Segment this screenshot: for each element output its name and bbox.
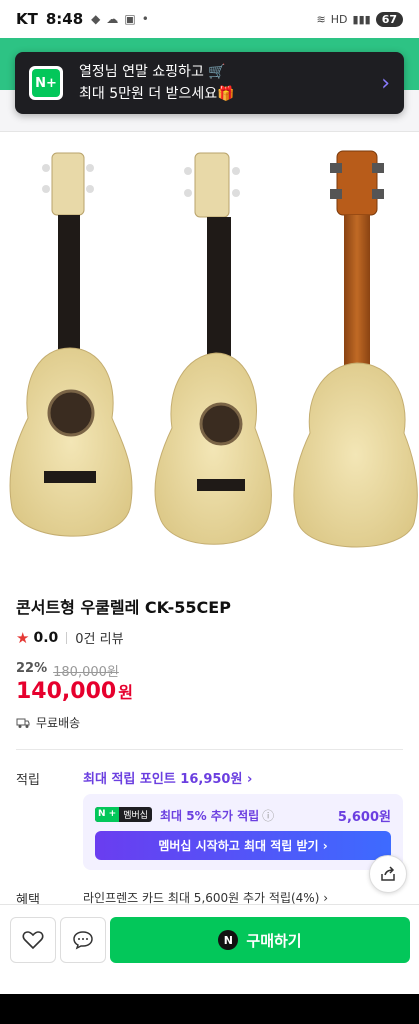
- membership-box: N + 멤버십 최대 5% 추가 적립 ⓘ 5,600원 멤버십 시작하고 최대 …: [83, 794, 403, 870]
- carrier: KT: [16, 10, 38, 28]
- system-icons: ≋ HD ▮▮▮ 67: [316, 11, 403, 27]
- naver-plus-badge: N +: [95, 807, 120, 822]
- buy-button[interactable]: N 구매하기: [110, 917, 410, 963]
- membership-badge: N + 멤버십: [95, 807, 153, 822]
- shipping-text: 무료배송: [36, 716, 81, 730]
- review-count[interactable]: 0건 리뷰: [75, 628, 123, 647]
- wifi-icon: ≋: [316, 12, 326, 26]
- max-points-link[interactable]: 최대 적립 포인트 16,950원 ›: [83, 768, 252, 787]
- membership-badge-label: 멤버십: [123, 811, 149, 821]
- cloud-icon: ☁: [106, 12, 119, 26]
- naver-plus-logo: N+: [29, 66, 63, 100]
- buy-label: 구매하기: [246, 931, 302, 950]
- app-icon: ◆: [91, 12, 101, 26]
- membership-extra-amount: 5,600원: [337, 810, 391, 825]
- original-price: 180,000원: [53, 665, 119, 680]
- ukulele-front: [9, 152, 133, 537]
- section-divider: [16, 749, 403, 750]
- chevron-right-icon[interactable]: ›: [381, 71, 390, 96]
- signal-icon: ▮▮▮: [352, 12, 371, 26]
- talk-button[interactable]: [60, 917, 106, 963]
- system-navigation-bar: [0, 994, 419, 1024]
- dot-icon: •: [141, 12, 149, 26]
- membership-start-button[interactable]: 멤버십 시작하고 최대 적립 받기 ›: [95, 831, 391, 860]
- share-icon: [381, 866, 395, 881]
- page-bottom-strip: [0, 976, 419, 994]
- points-label: 적립: [16, 773, 40, 788]
- status-bar: KT 8:48 ◆ ☁ ▣ • ≋ HD ▮▮▮ 67: [0, 0, 419, 38]
- star-icon: ★: [16, 628, 30, 647]
- discount-row: 22% 180,000원: [16, 661, 403, 680]
- product-title: 콘서트형 우쿨렐레 CK-55CEP: [16, 598, 231, 617]
- hd-icon: HD: [330, 12, 348, 26]
- toast-line2: 최대 5만원 더 받으세요🎁: [79, 86, 235, 102]
- truck-icon: [16, 718, 30, 728]
- bottom-action-bar: N 구매하기: [0, 904, 419, 976]
- naver-pay-icon: N: [218, 930, 239, 950]
- clock: 8:48: [45, 10, 84, 28]
- product-image[interactable]: [0, 133, 419, 568]
- info-icon[interactable]: ⓘ: [262, 809, 274, 823]
- heart-icon: [22, 931, 44, 950]
- rating-row[interactable]: ★ 0.0 0건 리뷰: [16, 628, 403, 648]
- window-icon: ▣: [124, 12, 136, 26]
- divider: [66, 631, 68, 644]
- rating-score: 0.0: [33, 629, 59, 646]
- ukulele-angled: [154, 152, 272, 545]
- promo-toast[interactable]: N+ 열정님 연말 쇼핑하고 🛒 최대 5만원 더 받으세요🎁 ›: [15, 52, 404, 114]
- chat-bubble-icon: [73, 931, 93, 950]
- membership-extra: 최대 5% 추가 적립 ⓘ: [160, 807, 274, 824]
- wishlist-button[interactable]: [10, 917, 56, 963]
- share-button[interactable]: [369, 855, 407, 893]
- shipping-row: 무료배송: [16, 714, 403, 731]
- notification-icons: ◆ ☁ ▣ •: [91, 12, 149, 26]
- membership-extra-text: 최대 5% 추가 적립: [160, 809, 260, 823]
- toast-line1: 열정님 연말 쇼핑하고 🛒: [79, 64, 226, 80]
- discount-percent: 22%: [16, 661, 48, 676]
- sale-price: 140,000 원: [16, 679, 403, 704]
- price-value: 140,000: [16, 679, 117, 704]
- price-unit: 원: [118, 683, 133, 702]
- battery-icon: 67: [375, 11, 403, 27]
- ukulele-back: [293, 150, 418, 548]
